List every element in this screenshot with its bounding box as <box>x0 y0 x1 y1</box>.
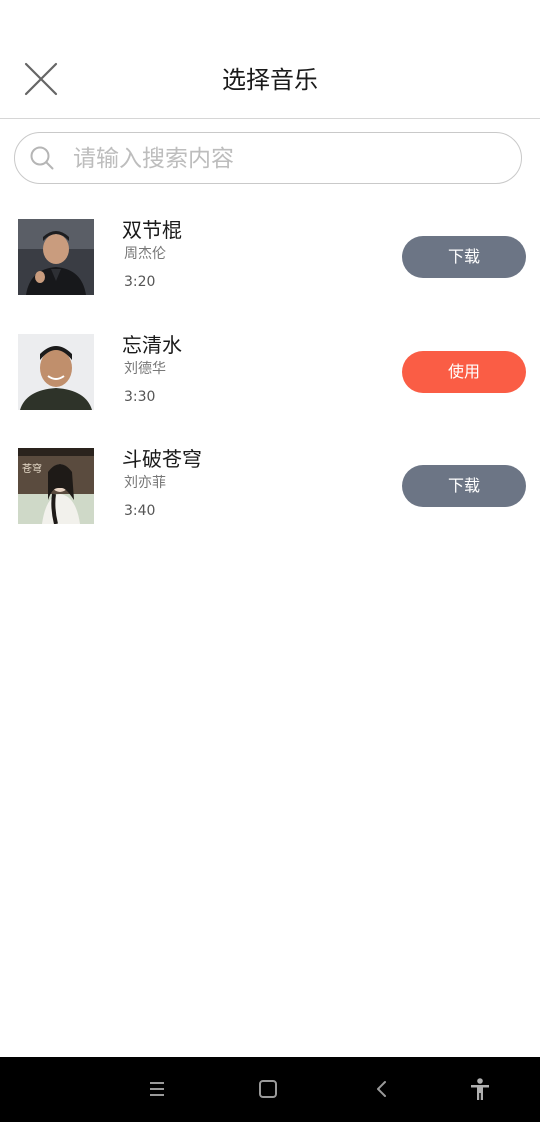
search-icon <box>29 145 55 171</box>
svg-text:苍穹: 苍穹 <box>22 462 42 475</box>
menu-icon[interactable] <box>143 1075 171 1103</box>
song-duration: 3:20 <box>124 274 156 290</box>
song-artist: 刘亦菲 <box>124 475 166 491</box>
use-button[interactable]: 使用 <box>402 351 526 393</box>
album-cover <box>18 334 94 410</box>
back-icon[interactable] <box>368 1075 396 1103</box>
song-duration: 3:30 <box>124 389 156 405</box>
song-item[interactable]: 苍穹 斗破苍穹 刘亦菲 3:40 下载 <box>0 447 540 548</box>
download-button[interactable]: 下载 <box>402 236 526 278</box>
song-title: 斗破苍穹 <box>122 447 202 471</box>
search-input[interactable] <box>71 139 505 179</box>
page-title: 选择音乐 <box>222 66 318 94</box>
download-button[interactable]: 下载 <box>402 465 526 507</box>
album-cover: 苍穹 <box>18 448 94 524</box>
song-title: 忘清水 <box>122 333 182 357</box>
system-nav-bar <box>0 1057 540 1122</box>
home-icon[interactable] <box>254 1075 282 1103</box>
song-item[interactable]: 忘清水 刘德华 3:30 使用 <box>0 333 540 434</box>
song-artist: 周杰伦 <box>124 246 166 262</box>
header-bar: 选择音乐 <box>0 0 540 119</box>
album-cover <box>18 219 94 295</box>
song-duration: 3:40 <box>124 503 156 519</box>
song-artist: 刘德华 <box>124 361 166 377</box>
song-title: 双节棍 <box>122 218 182 242</box>
search-box[interactable] <box>14 132 522 184</box>
song-item[interactable]: 双节棍 周杰伦 3:20 下载 <box>0 218 540 319</box>
accessibility-icon[interactable] <box>466 1075 494 1103</box>
